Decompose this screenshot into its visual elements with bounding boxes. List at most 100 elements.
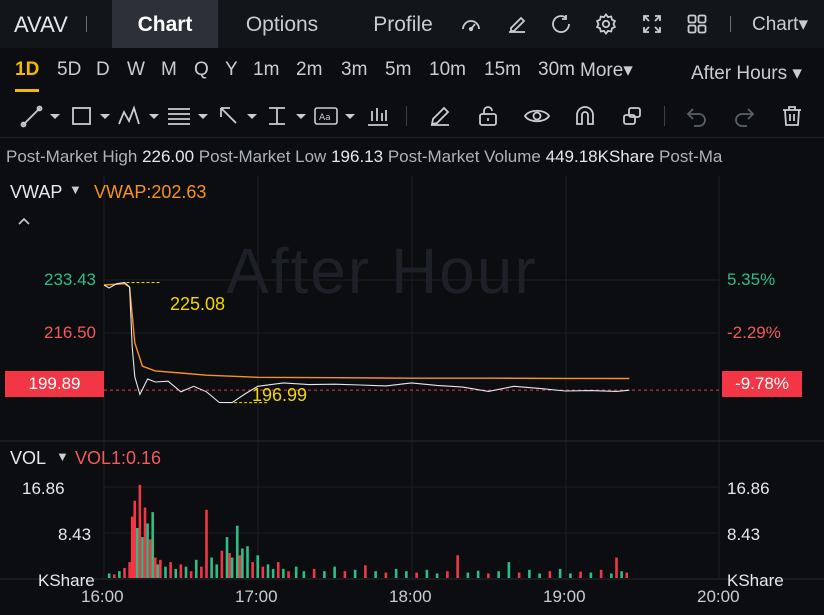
percent-axis-label: -2.29% (727, 323, 781, 342)
volume-bar (194, 559, 198, 578)
gauge-icon[interactable] (459, 12, 483, 36)
undo-icon[interactable] (685, 104, 709, 128)
chevron-down-icon[interactable]: ▼ (56, 449, 69, 464)
period-more-menu[interactable]: More▾ (580, 59, 633, 82)
stat-value: 449.18KShare (545, 147, 655, 166)
arrow-icon[interactable] (217, 104, 259, 128)
collapse-up-icon[interactable] (16, 214, 32, 226)
volume-bar (118, 571, 121, 578)
magnet-icon[interactable] (573, 104, 597, 128)
session-select[interactable]: After Hours ▾ (691, 62, 802, 85)
layout-grid-icon[interactable] (685, 12, 709, 36)
period-w[interactable]: W (127, 59, 145, 81)
volume-bar (138, 484, 142, 578)
lock-icon[interactable] (476, 104, 500, 128)
period-y[interactable]: Y (225, 59, 238, 81)
volume-bar (312, 568, 316, 578)
indicator-icon[interactable] (366, 104, 390, 128)
redo-icon[interactable] (732, 104, 756, 128)
volume-bar (394, 568, 398, 578)
volume-bar (230, 557, 234, 578)
drawing-toolbar: Aa (0, 94, 824, 138)
volume-bar (374, 571, 377, 578)
pencil-icon[interactable] (428, 104, 452, 128)
active-period-indicator (15, 89, 39, 92)
period-5m[interactable]: 5m (385, 59, 411, 81)
chart-area[interactable]: After Hour VWAP ▼ VWAP:202.63 233.43 216… (0, 176, 824, 615)
volume-axis-label: 8.43 (727, 525, 761, 544)
settings-icon[interactable] (594, 12, 618, 36)
period-m[interactable]: M (161, 59, 177, 81)
volume-bar (579, 571, 582, 578)
volume-bar (425, 569, 429, 578)
volume-bar (164, 566, 167, 578)
link-icon[interactable] (620, 104, 644, 128)
volume-bar (625, 572, 629, 578)
volume-axis-label: 16.86 (727, 479, 770, 498)
volume-bar (384, 572, 388, 578)
fullscreen-icon[interactable] (640, 12, 664, 36)
eye-icon[interactable] (523, 104, 551, 128)
volume-bar (205, 509, 208, 578)
trash-icon[interactable] (780, 104, 804, 128)
volume-bar (276, 562, 280, 578)
measure-icon[interactable] (266, 104, 308, 128)
stat-label: Post-Market High (6, 147, 138, 166)
volume-bar (148, 539, 152, 578)
refresh-icon[interactable] (549, 12, 573, 36)
volume-bar (487, 573, 490, 578)
edit-icon[interactable] (505, 12, 529, 36)
volume-bar (228, 553, 231, 578)
volume-bar (528, 569, 531, 578)
period-2m[interactable]: 2m (296, 59, 322, 81)
period-15m[interactable]: 15m (484, 59, 521, 81)
ticker-symbol: AVAV (14, 12, 68, 37)
volume-bar (146, 523, 149, 578)
volume-axis-label: 16.86 (22, 479, 65, 498)
vwap-indicator-name[interactable]: VWAP (10, 182, 62, 203)
period-1d[interactable]: 1D (15, 59, 39, 81)
volume-bar (271, 568, 275, 578)
volume-bar (153, 557, 157, 578)
pattern-icon[interactable] (117, 104, 161, 128)
time-axis-label: 18:00 (389, 587, 432, 606)
top-tab-bar: AVAV Chart Options Profile Chart▾ (0, 0, 824, 48)
volume-bar (497, 571, 500, 578)
tab-profile[interactable]: Profile (362, 0, 444, 48)
rectangle-icon[interactable] (70, 104, 112, 128)
volume-indicator-name[interactable]: VOL (10, 448, 46, 469)
volume-bar (238, 555, 242, 578)
period-3m[interactable]: 3m (341, 59, 367, 81)
volume-bar (343, 571, 347, 578)
stat-value: 196.13 (331, 147, 384, 166)
tab-options[interactable]: Options (228, 0, 336, 48)
period-5d[interactable]: 5D (57, 59, 81, 81)
period-30m[interactable]: 30m (538, 59, 575, 81)
volume-bar (184, 566, 188, 578)
text-icon[interactable]: Aa (313, 104, 357, 128)
volume-bar (364, 565, 367, 578)
time-axis-label: 16:00 (81, 587, 124, 606)
chevron-down-icon[interactable]: ▼ (69, 182, 82, 197)
fib-icon[interactable] (166, 104, 210, 128)
volume-bar (174, 568, 178, 578)
period-q[interactable]: Q (194, 59, 209, 81)
volume-bar (446, 571, 449, 578)
current-price-tag: 199.89 (5, 371, 104, 397)
tab-chart[interactable]: Chart (112, 0, 218, 48)
post-market-stats: Post-Market High 226.00 Post-Market Low … (6, 147, 824, 167)
volume-bars (107, 484, 629, 578)
time-axis-label: 17:00 (235, 587, 278, 606)
volume-bar (599, 569, 603, 578)
volume-bar (415, 572, 418, 578)
chart-type-menu[interactable]: Chart▾ (752, 13, 808, 36)
period-d[interactable]: D (96, 59, 110, 81)
volume-bar (287, 571, 290, 578)
stat-label: Post-Market Low (198, 147, 327, 166)
period-10m[interactable]: 10m (429, 59, 466, 81)
volume-bar (333, 566, 336, 578)
period-1m[interactable]: 1m (253, 59, 279, 81)
percent-axis-label: 5.35% (727, 270, 776, 289)
volume-bar (141, 537, 144, 578)
trend-line-icon[interactable] (20, 104, 62, 128)
